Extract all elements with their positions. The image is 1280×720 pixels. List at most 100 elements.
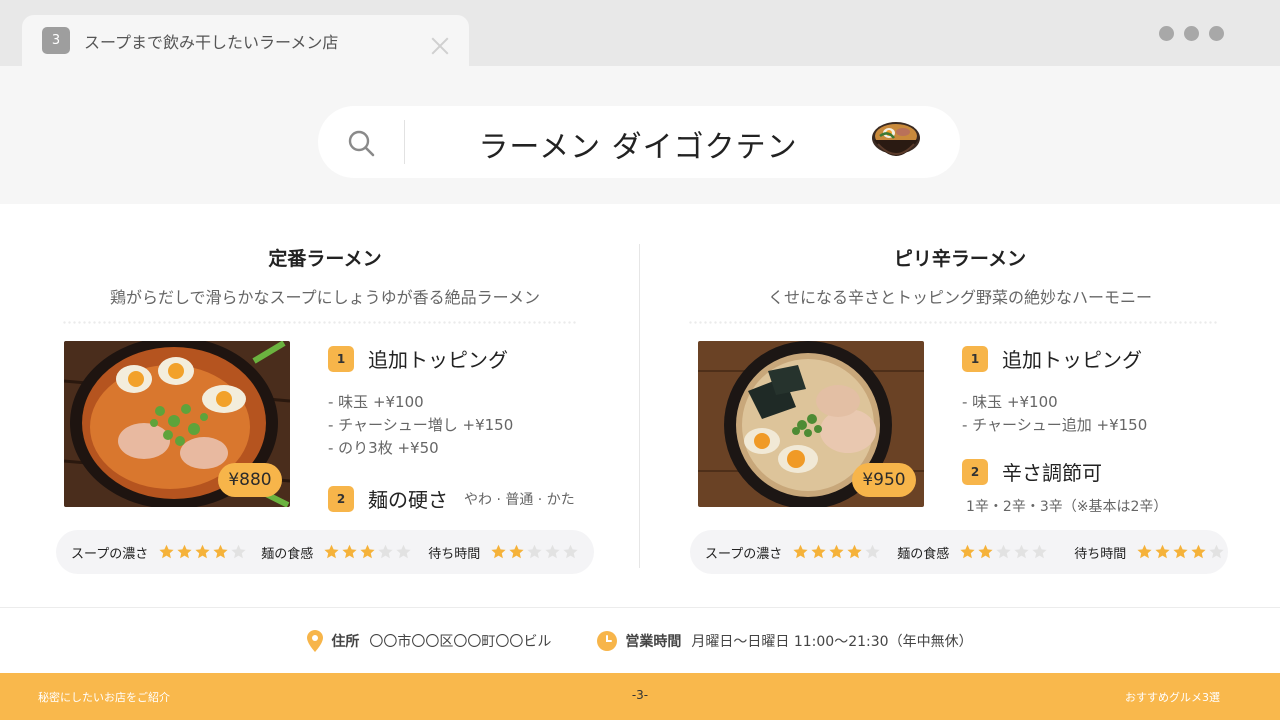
- list-item: - 味玉 +¥100: [328, 393, 424, 411]
- star-empty-icon: [378, 544, 393, 559]
- star-rating: [158, 544, 247, 560]
- option-note: 1辛・2辛・3辛（※基本は2辛）: [966, 499, 1168, 515]
- star-filled-icon: [1191, 544, 1206, 559]
- search-divider: [404, 120, 405, 164]
- star-filled-icon: [342, 544, 357, 559]
- star-filled-icon: [177, 544, 192, 559]
- menu-title: 定番ラーメン: [268, 248, 382, 270]
- rating-label: 待ち時間: [1074, 546, 1127, 562]
- rating-noodle: 麺の食感: [261, 543, 412, 562]
- ramen-photo: ¥880: [64, 341, 290, 507]
- rating-bar: スープの濃さ 麺の食感 待ち時間: [690, 530, 1228, 574]
- star-filled-icon: [847, 544, 862, 559]
- location-pin-icon: [307, 630, 324, 652]
- hours-label: 営業時間: [625, 634, 682, 650]
- star-filled-icon: [793, 544, 808, 559]
- star-filled-icon: [960, 544, 975, 559]
- topping-list: - 味玉 +¥100 - チャーシュー増し +¥150 - のり3枚 +¥50: [328, 391, 575, 460]
- search-query[interactable]: ラーメン ダイゴクテン: [458, 122, 818, 166]
- hours-value: 月曜日～日曜日 11:00～21:30（年中無休）: [691, 634, 973, 650]
- menu-options: 1 追加トッピング - 味玉 +¥100 - チャーシュー増し +¥150 - …: [328, 344, 575, 513]
- star-empty-icon: [1209, 544, 1224, 559]
- tab-number-badge: 3: [42, 27, 70, 54]
- rating-bar: スープの濃さ 麺の食感 待ち時間: [56, 530, 594, 574]
- rating-soup: スープの濃さ: [71, 543, 247, 562]
- option-heading: 1 追加トッピング: [328, 344, 575, 373]
- star-filled-icon: [213, 544, 228, 559]
- price-tag: ¥950: [852, 463, 916, 497]
- star-filled-icon: [1155, 544, 1170, 559]
- list-item: - 味玉 +¥100: [962, 393, 1058, 411]
- menu-card-spicy: ピリ辛ラーメン くせになる辛さとトッピング野菜の絶妙なハーモニー ¥950 1 …: [640, 204, 1280, 607]
- star-filled-icon: [1137, 544, 1152, 559]
- browser-tab[interactable]: 3 スープまで飲み干したいラーメン店: [22, 15, 469, 66]
- menu-card-standard: 定番ラーメン 鶏がらだしで滑らかなスープにしょうゆが香る絶品ラーメン ¥880 …: [0, 204, 640, 607]
- star-filled-icon: [1173, 544, 1188, 559]
- menu-subtitle: くせになる辛さとトッピング野菜の絶妙なハーモニー: [767, 288, 1152, 307]
- list-item: - チャーシュー増し +¥150: [328, 416, 514, 434]
- number-badge: 1: [962, 345, 988, 372]
- topping-list: - 味玉 +¥100 - チャーシュー追加 +¥150: [962, 391, 1167, 437]
- menu-title: ピリ辛ラーメン: [893, 248, 1027, 270]
- star-filled-icon: [159, 544, 174, 559]
- footer-divider: [0, 607, 1280, 608]
- star-empty-icon: [865, 544, 880, 559]
- hours-info: 営業時間 月曜日～日曜日 11:00～21:30（年中無休）: [597, 631, 973, 651]
- option-heading-text: 辛さ調節可: [1002, 461, 1102, 485]
- star-filled-icon: [978, 544, 993, 559]
- dot-icon: [1184, 26, 1199, 41]
- option-heading-text: 追加トッピング: [1002, 348, 1142, 372]
- window-menu-dots[interactable]: [1159, 26, 1224, 41]
- rating-wait: 待ち時間: [428, 543, 579, 562]
- option-heading: 2 辛さ調節可: [962, 457, 1167, 486]
- option-heading-text: 追加トッピング: [368, 348, 508, 372]
- star-empty-icon: [996, 544, 1011, 559]
- star-filled-icon: [324, 544, 339, 559]
- close-icon[interactable]: [429, 35, 451, 57]
- tab-title: スープまで飲み干したいラーメン店: [84, 32, 339, 52]
- window-tab-bar: 3 スープまで飲み干したいラーメン店: [0, 0, 1280, 66]
- star-filled-icon: [811, 544, 826, 559]
- ramen-bowl-icon: [872, 122, 920, 156]
- star-empty-icon: [1014, 544, 1029, 559]
- star-filled-icon: [829, 544, 844, 559]
- rating-wait: 待ち時間: [1074, 543, 1225, 562]
- search-icon[interactable]: [346, 128, 376, 158]
- menu-subtitle: 鶏がらだしで滑らかなスープにしょうゆが香る絶品ラーメン: [110, 288, 540, 307]
- address-label: 住所: [331, 634, 360, 650]
- star-filled-icon: [360, 544, 375, 559]
- search-header: ラーメン ダイゴクテン: [0, 66, 1280, 204]
- page-number: -3-: [631, 688, 649, 702]
- star-empty-icon: [545, 544, 560, 559]
- rating-label: スープの濃さ: [705, 546, 783, 562]
- ramen-photo: ¥950: [698, 341, 924, 507]
- bottom-bar: 秘密にしたいお店をご紹介 -3- おすすめグルメ3選: [0, 673, 1280, 720]
- option-note: やわ · 普通 · かた: [464, 491, 575, 508]
- list-item: - チャーシュー追加 +¥150: [962, 416, 1148, 434]
- clock-icon: [597, 631, 618, 651]
- dotted-divider: [688, 321, 1218, 324]
- star-rating: [323, 544, 412, 560]
- dot-icon: [1159, 26, 1174, 41]
- star-rating: [1136, 544, 1225, 560]
- price-tag: ¥880: [218, 463, 282, 497]
- option-heading: 2 麺の硬さ やわ · 普通 · かた: [328, 484, 575, 513]
- number-badge: 2: [962, 458, 988, 485]
- list-item: - のり3枚 +¥50: [328, 439, 439, 457]
- search-bar[interactable]: ラーメン ダイゴクテン: [318, 106, 960, 178]
- star-empty-icon: [1032, 544, 1047, 559]
- rating-label: スープの濃さ: [71, 546, 149, 562]
- star-rating: [490, 544, 579, 560]
- address-value: 〇〇市〇〇区〇〇町〇〇ビル: [369, 634, 552, 650]
- star-rating: [792, 544, 881, 560]
- star-rating: [959, 544, 1048, 560]
- star-filled-icon: [509, 544, 524, 559]
- rating-soup: スープの濃さ: [705, 543, 881, 562]
- star-filled-icon: [491, 544, 506, 559]
- star-empty-icon: [231, 544, 246, 559]
- menu-options: 1 追加トッピング - 味玉 +¥100 - チャーシュー追加 +¥150 2 …: [962, 344, 1167, 516]
- address-info: 住所 〇〇市〇〇区〇〇町〇〇ビル: [307, 630, 551, 652]
- dotted-divider: [62, 321, 578, 324]
- option-heading-text: 麺の硬さ: [368, 488, 448, 512]
- rating-label: 麺の食感: [261, 546, 314, 562]
